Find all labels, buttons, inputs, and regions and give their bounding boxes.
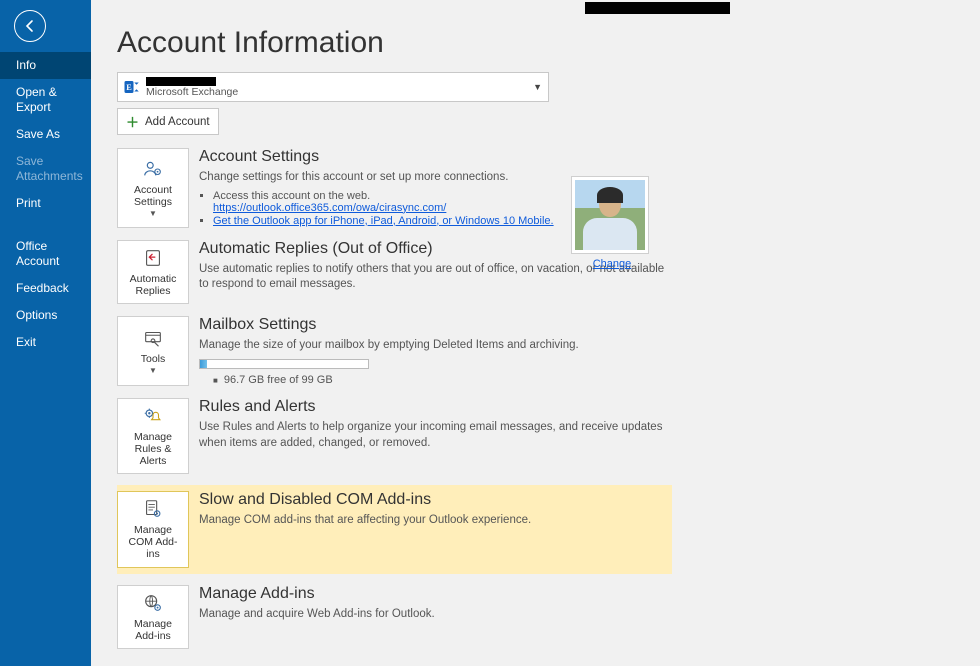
section-mailbox-settings: Tools ▼ Mailbox Settings Manage the size… bbox=[117, 315, 672, 388]
nav-feedback[interactable]: Feedback bbox=[0, 275, 91, 302]
nav-exit[interactable]: Exit bbox=[0, 329, 91, 356]
section-rules-alerts: Manage Rules & Alerts Rules and Alerts U… bbox=[117, 397, 672, 475]
chevron-down-icon: ▼ bbox=[149, 366, 157, 375]
rules-bell-icon bbox=[142, 405, 164, 427]
user-gear-icon bbox=[142, 158, 164, 180]
section-manage-addins: Manage Add-ins Manage Add-ins Manage and… bbox=[117, 584, 672, 650]
nav-save-as[interactable]: Save As bbox=[0, 121, 91, 148]
nav-save-attachments: Save Attachments bbox=[0, 148, 91, 190]
mailbox-usage-bar bbox=[199, 359, 369, 369]
backstage-sidebar: Info Open & Export Save As Save Attachme… bbox=[0, 0, 91, 666]
section-desc: Manage the size of your mailbox by empty… bbox=[199, 338, 666, 354]
section-title: Account Settings bbox=[199, 148, 666, 166]
document-gear-icon bbox=[142, 498, 164, 520]
tile-label: Account Settings bbox=[122, 184, 184, 208]
profile-photo bbox=[571, 176, 649, 254]
account-type-label: Microsoft Exchange bbox=[146, 86, 548, 98]
nav-info[interactable]: Info bbox=[0, 52, 91, 79]
section-com-addins: Manage COM Add-ins Slow and Disabled COM… bbox=[117, 485, 672, 573]
section-title: Mailbox Settings bbox=[199, 316, 666, 334]
account-settings-tile[interactable]: Account Settings ▼ bbox=[117, 148, 189, 228]
back-arrow-icon bbox=[14, 10, 46, 42]
nav-office-account[interactable]: Office Account bbox=[0, 233, 91, 275]
mailbox-free-text: 96.7 GB free of 99 GB bbox=[213, 374, 666, 386]
rules-alerts-tile[interactable]: Manage Rules & Alerts bbox=[117, 398, 189, 474]
tile-label: Automatic Replies bbox=[122, 273, 184, 297]
add-account-label: Add Account bbox=[145, 116, 210, 128]
manage-com-addins-tile[interactable]: Manage COM Add-ins bbox=[117, 491, 189, 567]
tile-label: Manage COM Add-ins bbox=[122, 524, 184, 560]
nav-open-export[interactable]: Open & Export bbox=[0, 79, 91, 121]
svg-text:E: E bbox=[126, 83, 132, 92]
plus-icon: ＋ bbox=[126, 112, 139, 131]
get-app-link[interactable]: Get the Outlook app for iPhone, iPad, An… bbox=[213, 215, 554, 227]
tile-label: Tools bbox=[141, 353, 166, 365]
redacted-title-bar bbox=[585, 2, 730, 14]
section-desc: Manage COM add-ins that are affecting yo… bbox=[199, 513, 666, 529]
tile-label: Manage Add-ins bbox=[122, 618, 184, 642]
manage-addins-tile[interactable]: Manage Add-ins bbox=[117, 585, 189, 649]
owa-link[interactable]: https://outlook.office365.com/owa/cirasy… bbox=[213, 202, 446, 214]
redacted-account-name bbox=[146, 77, 216, 86]
avatar-area: Change bbox=[571, 176, 653, 270]
section-desc: Manage and acquire Web Add-ins for Outlo… bbox=[199, 607, 666, 623]
exchange-icon: E bbox=[118, 73, 146, 101]
change-photo-link[interactable]: Change bbox=[593, 258, 632, 270]
globe-gear-icon bbox=[142, 592, 164, 614]
nav-print[interactable]: Print bbox=[0, 190, 91, 217]
account-picker[interactable]: E Microsoft Exchange ▼ bbox=[117, 72, 549, 102]
main-area: Account Information E Microsoft Exchange… bbox=[91, 0, 980, 666]
tools-icon bbox=[142, 327, 164, 349]
tools-tile[interactable]: Tools ▼ bbox=[117, 316, 189, 387]
chevron-down-icon: ▼ bbox=[149, 209, 157, 218]
tile-label: Manage Rules & Alerts bbox=[122, 431, 184, 467]
page-title: Account Information bbox=[117, 26, 964, 60]
section-desc: Use Rules and Alerts to help organize yo… bbox=[199, 420, 666, 451]
section-title: Rules and Alerts bbox=[199, 398, 666, 416]
nav-options[interactable]: Options bbox=[0, 302, 91, 329]
section-title: Slow and Disabled COM Add-ins bbox=[199, 491, 666, 509]
section-title: Manage Add-ins bbox=[199, 585, 666, 603]
automatic-replies-tile[interactable]: Automatic Replies bbox=[117, 240, 189, 304]
reply-note-icon bbox=[142, 247, 164, 269]
chevron-down-icon: ▼ bbox=[533, 82, 542, 92]
add-account-button[interactable]: ＋ Add Account bbox=[117, 108, 219, 135]
back-button[interactable] bbox=[0, 0, 91, 52]
